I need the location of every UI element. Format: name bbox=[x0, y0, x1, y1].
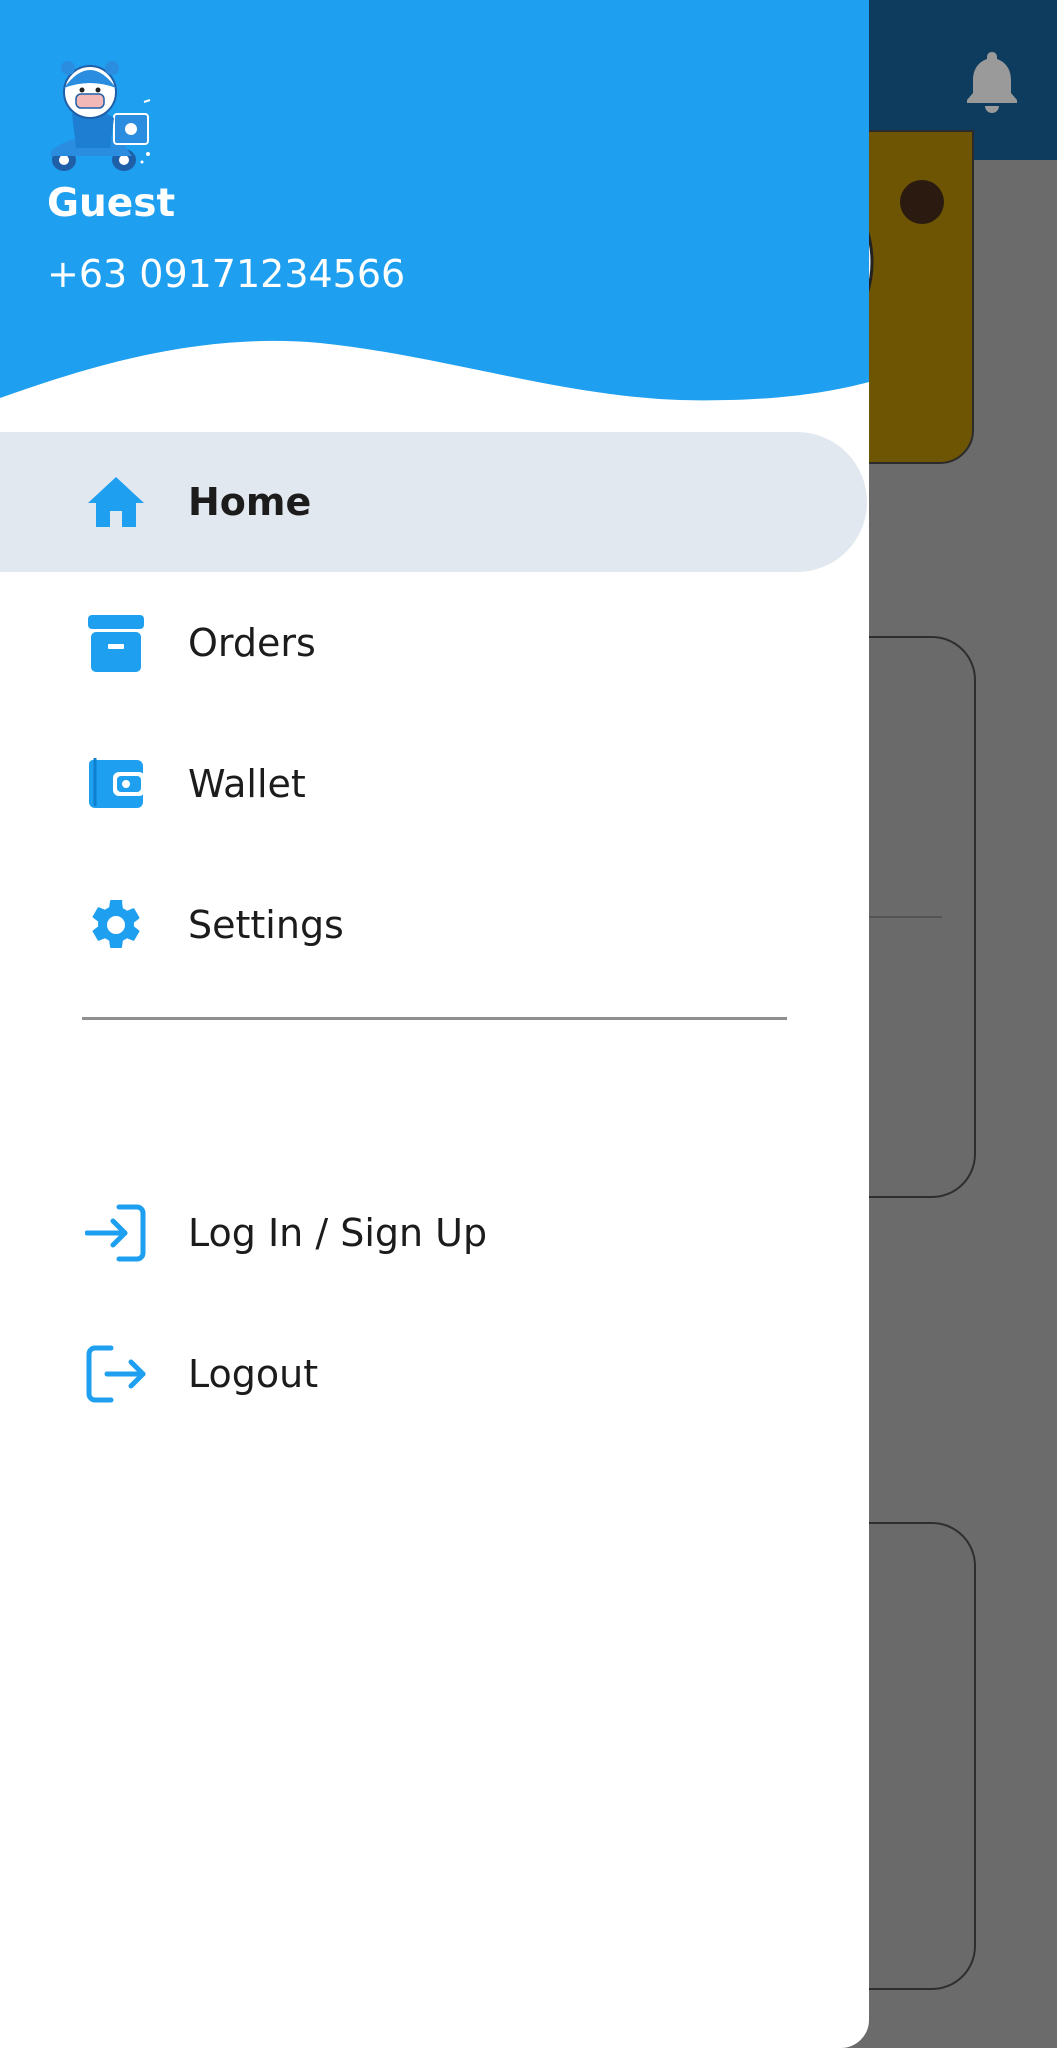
gear-icon bbox=[84, 893, 148, 957]
delivery-mascot-avatar bbox=[50, 61, 151, 171]
bell-icon[interactable] bbox=[964, 48, 1020, 114]
menu-item-label: Log In / Sign Up bbox=[188, 1211, 488, 1255]
menu-item-label: Logout bbox=[188, 1352, 319, 1396]
menu-item-label: Home bbox=[188, 480, 312, 524]
user-name: Guest bbox=[47, 181, 176, 226]
screen: Guest +63 09171234566 Home Orders Wallet… bbox=[0, 0, 1057, 2048]
logout-icon bbox=[84, 1342, 148, 1406]
menu-item-settings[interactable]: Settings bbox=[0, 855, 869, 995]
navigation-drawer: Guest +63 09171234566 Home Orders Wallet… bbox=[0, 0, 869, 2048]
menu-item-label: Wallet bbox=[188, 762, 306, 806]
login-icon bbox=[84, 1201, 148, 1265]
menu-item-label: Orders bbox=[188, 621, 316, 665]
menu-divider bbox=[82, 1017, 787, 1020]
menu-item-label: Settings bbox=[188, 903, 344, 947]
menu-item-orders[interactable]: Orders bbox=[0, 573, 869, 713]
home-icon bbox=[84, 470, 148, 534]
archive-box-icon bbox=[84, 611, 148, 675]
menu-item-wallet[interactable]: Wallet bbox=[0, 714, 869, 854]
user-phone-number: +63 09171234566 bbox=[47, 252, 406, 296]
menu-item-home[interactable]: Home bbox=[0, 432, 867, 572]
menu-item-login-signup[interactable]: Log In / Sign Up bbox=[0, 1163, 869, 1303]
drawer-header: Guest +63 09171234566 bbox=[0, 0, 869, 410]
menu-item-logout[interactable]: Logout bbox=[0, 1304, 869, 1444]
wallet-icon bbox=[84, 752, 148, 816]
